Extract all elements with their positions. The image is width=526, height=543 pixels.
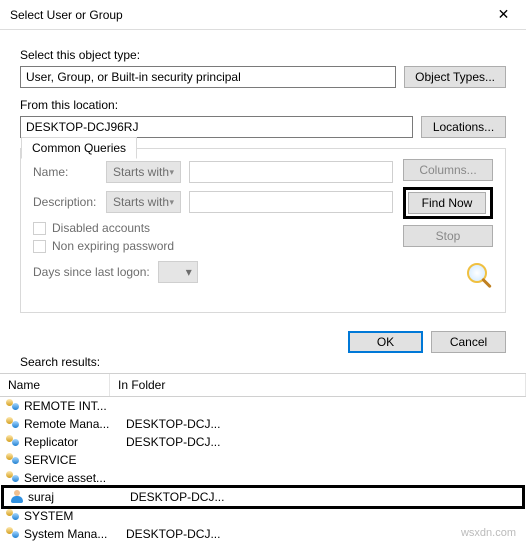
non-expiring-label: Non expiring password: [52, 239, 174, 253]
chevron-down-icon: ▾: [169, 167, 174, 178]
columns-button[interactable]: Columns...: [403, 159, 493, 181]
row-name: SERVICE: [22, 453, 126, 467]
description-label: Description:: [33, 195, 98, 209]
list-item[interactable]: Remote Mana...DESKTOP-DCJ...: [0, 415, 526, 433]
cancel-button[interactable]: Cancel: [431, 331, 506, 353]
row-folder: DESKTOP-DCJ...: [126, 435, 522, 449]
group-icon: [4, 435, 22, 449]
chevron-down-icon: ▾: [169, 197, 174, 208]
description-input[interactable]: [189, 191, 393, 213]
row-name: REMOTE INT...: [22, 399, 126, 413]
titlebar: Select User or Group ✕: [0, 0, 526, 30]
list-item[interactable]: Service asset...: [0, 469, 526, 487]
row-name: SYSTEM: [22, 509, 126, 523]
common-queries-group: Common Queries Name: Starts with ▾ Descr…: [20, 148, 506, 313]
name-input[interactable]: [189, 161, 393, 183]
name-label: Name:: [33, 165, 98, 179]
row-name: System Mana...: [22, 527, 126, 541]
list-item[interactable]: System Mana...DESKTOP-DCJ...: [0, 525, 526, 543]
object-type-label: Select this object type:: [20, 48, 506, 62]
column-name[interactable]: Name: [0, 374, 110, 396]
group-icon: [4, 453, 22, 467]
name-match-combo[interactable]: Starts with ▾: [106, 161, 181, 183]
row-folder: DESKTOP-DCJ...: [130, 490, 518, 504]
object-types-button[interactable]: Object Types...: [404, 66, 506, 88]
group-icon: [4, 527, 22, 541]
list-item[interactable]: SERVICE: [0, 451, 526, 469]
disabled-accounts-label: Disabled accounts: [52, 221, 150, 235]
group-icon: [4, 399, 22, 413]
location-field[interactable]: [20, 116, 413, 138]
close-icon[interactable]: ✕: [481, 0, 526, 30]
column-folder[interactable]: In Folder: [110, 374, 526, 396]
results-header: Name In Folder: [0, 373, 526, 397]
watermark: wsxdn.com: [461, 527, 516, 539]
logon-label: Days since last logon:: [33, 265, 150, 279]
disabled-accounts-checkbox[interactable]: [33, 222, 46, 235]
list-item[interactable]: REMOTE INT...: [0, 397, 526, 415]
ok-button[interactable]: OK: [348, 331, 423, 353]
list-item[interactable]: SYSTEM: [0, 507, 526, 525]
row-name: Remote Mana...: [22, 417, 126, 431]
row-folder: DESKTOP-DCJ...: [126, 417, 522, 431]
list-item[interactable]: ReplicatorDESKTOP-DCJ...: [0, 433, 526, 451]
find-now-highlight: Find Now: [403, 187, 493, 219]
description-match-combo[interactable]: Starts with ▾: [106, 191, 181, 213]
list-item[interactable]: surajDESKTOP-DCJ...: [4, 488, 522, 506]
locations-button[interactable]: Locations...: [421, 116, 506, 138]
chevron-down-icon: ▾: [186, 265, 192, 279]
object-type-field[interactable]: [20, 66, 396, 88]
find-now-button[interactable]: Find Now: [408, 192, 486, 214]
search-results-label: Search results:: [0, 355, 526, 373]
row-name: Replicator: [22, 435, 126, 449]
window-title: Select User or Group: [10, 8, 123, 22]
location-label: From this location:: [20, 98, 506, 112]
group-icon: [4, 471, 22, 485]
group-icon: [4, 417, 22, 431]
logon-days-combo[interactable]: ▾: [158, 261, 198, 283]
row-name: suraj: [26, 490, 130, 504]
row-name: Service asset...: [22, 471, 126, 485]
non-expiring-checkbox[interactable]: [33, 240, 46, 253]
user-icon: [8, 490, 26, 504]
group-icon: [4, 509, 22, 523]
common-queries-tab[interactable]: Common Queries: [21, 137, 137, 159]
stop-button[interactable]: Stop: [403, 225, 493, 247]
dialog-content: Select this object type: Object Types...…: [0, 30, 526, 323]
search-icon: [467, 263, 493, 296]
results-list[interactable]: REMOTE INT...Remote Mana...DESKTOP-DCJ..…: [0, 397, 526, 543]
